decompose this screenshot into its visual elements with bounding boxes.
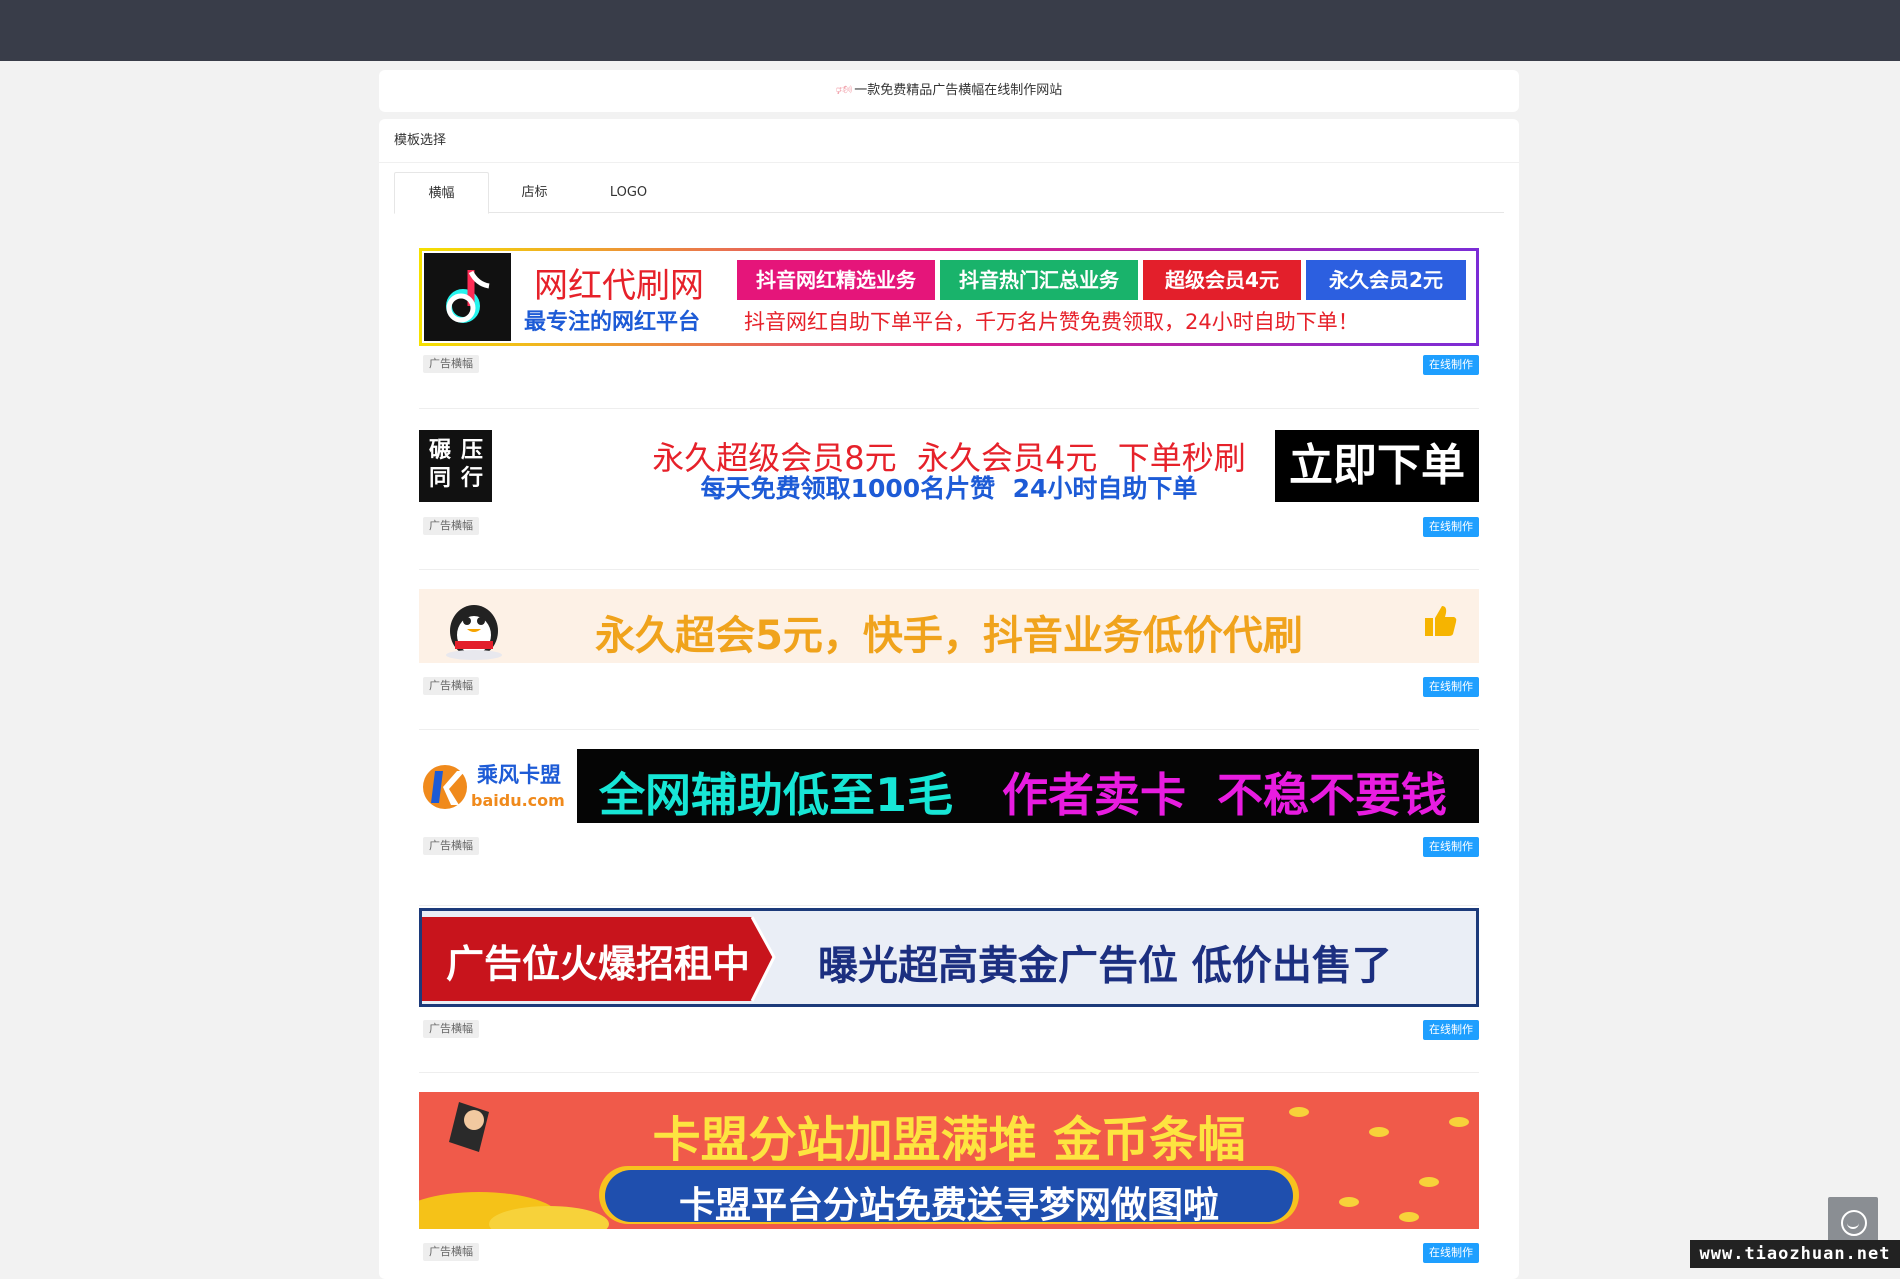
category-tag: 广告横幅: [423, 837, 479, 855]
notice-text: 一款免费精品广告横幅在线制作网站: [854, 83, 1063, 98]
banner-slogan: 抖音网红自助下单平台，千万名片赞免费领取，24小时自助下单！: [744, 310, 1359, 334]
banner-right-text: 曝光超高黄金广告位 低价出售了: [818, 943, 1392, 989]
item-footer: 广告横幅 在线制作: [419, 355, 1479, 375]
make-online-button[interactable]: 在线制作: [1423, 677, 1479, 697]
tab-logo[interactable]: LOGO: [582, 172, 675, 212]
make-online-button[interactable]: 在线制作: [1423, 837, 1479, 857]
banner-subtitle: 最专注的网红平台: [524, 310, 701, 335]
banner-left-text: 广告位火爆招租中: [446, 942, 751, 986]
banner-preview[interactable]: 乘风卡盟 baidu.com 全网辅助低至1毛 作者卖卡 不稳不要钱: [419, 749, 1479, 823]
make-online-button[interactable]: 在线制作: [1423, 1020, 1479, 1040]
banner-order-badge: 立即下单: [1275, 430, 1479, 502]
banner-title: 网红代刷网: [534, 266, 704, 306]
template-panel: 模板选择 横幅 店标 LOGO 网红代刷网 抖音网红精选业务 抖音热门汇总业务 …: [379, 119, 1519, 1279]
speaker-icon: 🕬: [835, 83, 853, 98]
banner-pill: 超级会员4元: [1143, 260, 1301, 300]
banner-dark-strip: 全网辅助低至1毛 作者卖卡 不稳不要钱: [577, 749, 1479, 823]
item-divider: [419, 1072, 1479, 1073]
panel-title: 模板选择: [379, 119, 1519, 163]
banner-pill: 永久会员2元: [1306, 260, 1466, 300]
banner-preview[interactable]: 永久超会5元，快手，抖音业务低价代刷: [419, 589, 1479, 663]
banner-preview[interactable]: 广告位火爆招租中 曝光超高黄金广告位 低价出售了: [419, 908, 1479, 1007]
banner-preview[interactable]: 卡盟分站加盟满堆 金币条幅 卡盟平台分站免费送寻梦网做图啦: [419, 1092, 1479, 1229]
item-footer: 广告横幅 在线制作: [419, 1243, 1479, 1263]
category-tag: 广告横幅: [423, 1243, 479, 1261]
item-footer: 广告横幅 在线制作: [419, 677, 1479, 697]
make-online-button[interactable]: 在线制作: [1423, 517, 1479, 537]
banner-pill: 抖音网红精选业务: [737, 260, 935, 300]
item-footer: 广告横幅 在线制作: [419, 837, 1479, 857]
top-navbar: [0, 0, 1900, 61]
site-notice: 🕬 一款免费精品广告横幅在线制作网站: [379, 70, 1519, 112]
category-tag: 广告横幅: [423, 355, 479, 373]
banner-preview[interactable]: 碾 压 同 行 永久超级会员8元 永久会员4元 下单秒刷 每天免费领取1000名…: [419, 429, 1479, 503]
item-divider: [419, 905, 1479, 906]
banner-line1: 卡盟分站加盟满堆 金币条幅: [652, 1112, 1246, 1168]
brand-name: 乘风卡盟: [477, 763, 561, 787]
make-online-button[interactable]: 在线制作: [1423, 355, 1479, 375]
category-tag: 广告横幅: [423, 517, 479, 535]
item-divider: [419, 729, 1479, 730]
tab-banner[interactable]: 横幅: [394, 172, 489, 214]
brand-logo-icon: [423, 765, 467, 809]
thumbs-up-icon: [1425, 606, 1457, 636]
category-tag: 广告横幅: [423, 677, 479, 695]
tab-shop-sign[interactable]: 店标: [488, 172, 581, 212]
template-tabs: 横幅 店标 LOGO: [394, 172, 1504, 214]
item-divider: [419, 408, 1479, 409]
banner-line2: 卡盟平台分站免费送寻梦网做图啦: [678, 1185, 1219, 1226]
banner-preview[interactable]: 网红代刷网 抖音网红精选业务 抖音热门汇总业务 超级会员4元 永久会员2元 最专…: [419, 248, 1479, 346]
category-tag: 广告横幅: [423, 1020, 479, 1038]
banner-pill: 抖音热门汇总业务: [940, 260, 1138, 300]
item-footer: 广告横幅 在线制作: [419, 517, 1479, 537]
item-divider: [419, 569, 1479, 570]
site-watermark: www.tiaozhuan.net: [1690, 1240, 1900, 1268]
item-footer: 广告横幅 在线制作: [419, 1020, 1479, 1040]
banner-text: 永久超会5元，快手，抖音业务低价代刷: [595, 613, 1303, 659]
brand-domain: baidu.com: [471, 791, 565, 810]
make-online-button[interactable]: 在线制作: [1423, 1243, 1479, 1263]
